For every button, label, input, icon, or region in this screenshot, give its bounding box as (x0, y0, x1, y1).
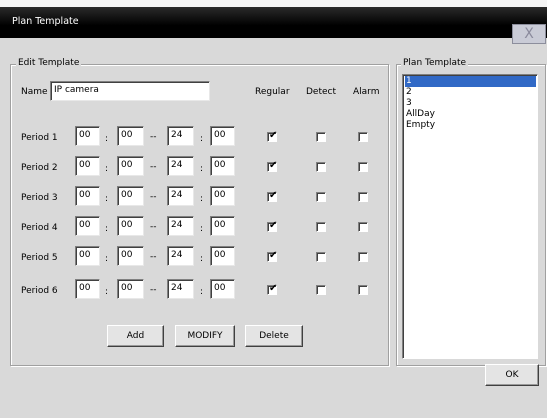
name-field[interactable]: IP camera (50, 81, 210, 101)
regular-checkbox[interactable]: ✔ (267, 130, 278, 142)
period-end-minute-field[interactable]: 00 (210, 216, 235, 236)
checkmark-icon: ✔ (269, 130, 278, 141)
checkmark-icon: ✔ (269, 250, 278, 261)
period-end-hour-field[interactable]: 24 (167, 126, 194, 146)
delete-button[interactable]: Delete (245, 325, 303, 347)
period-start-minute-field[interactable]: 00 (117, 186, 144, 206)
checkmark-icon: ✔ (269, 190, 278, 201)
period-end-minute-field[interactable]: 00 (210, 126, 235, 146)
time-range-dash: -- (150, 252, 157, 262)
title-bar: Plan Template X (0, 7, 547, 44)
close-button[interactable]: X (512, 24, 546, 44)
period-end-minute-field[interactable]: 00 (210, 279, 235, 299)
plan-list-item[interactable]: AllDay (405, 109, 536, 120)
time-colon: : (200, 287, 204, 297)
alarm-checkbox[interactable] (358, 222, 368, 232)
edit-template-group (10, 64, 389, 366)
alarm-checkbox[interactable] (358, 132, 368, 142)
alarm-checkbox[interactable] (358, 285, 368, 295)
period-label: Period 4 (21, 223, 58, 233)
period-start-minute-field[interactable]: 00 (117, 279, 144, 299)
plan-template-list[interactable]: 1 2 3 AllDay Empty (402, 74, 538, 359)
period-label: Period 3 (21, 193, 58, 203)
period-start-hour-field[interactable]: 00 (75, 186, 100, 206)
period-end-minute-field[interactable]: 00 (210, 156, 235, 176)
time-colon: : (200, 224, 204, 234)
regular-checkbox[interactable]: ✔ (267, 220, 278, 232)
alarm-checkbox[interactable] (358, 162, 368, 172)
period-label: Period 1 (21, 133, 58, 143)
time-range-dash: -- (150, 222, 157, 232)
time-range-dash: -- (150, 192, 157, 202)
time-range-dash: -- (150, 162, 157, 172)
period-end-hour-field[interactable]: 24 (167, 216, 194, 236)
time-colon: : (105, 164, 109, 174)
period-end-hour-field[interactable]: 24 (167, 156, 194, 176)
period-start-minute-field[interactable]: 00 (117, 246, 144, 266)
time-colon: : (105, 254, 109, 264)
name-label: Name (21, 87, 48, 97)
detect-checkbox[interactable] (316, 285, 326, 295)
detect-checkbox[interactable] (316, 132, 326, 142)
detect-checkbox[interactable] (316, 192, 326, 202)
regular-column-header: Regular (255, 87, 290, 97)
period-label: Period 2 (21, 163, 58, 173)
time-colon: : (105, 224, 109, 234)
plan-list-item[interactable]: 1 (405, 76, 536, 87)
add-button[interactable]: Add (107, 325, 164, 347)
detect-checkbox[interactable] (316, 162, 326, 172)
plan-template-dialog: Plan Template X Edit Template Name IP ca… (0, 7, 547, 418)
period-start-minute-field[interactable]: 00 (117, 126, 144, 146)
regular-checkbox[interactable]: ✔ (267, 160, 278, 172)
period-start-minute-field[interactable]: 00 (117, 216, 144, 236)
period-end-minute-field[interactable]: 00 (210, 246, 235, 266)
regular-checkbox[interactable]: ✔ (267, 283, 278, 295)
regular-checkbox[interactable]: ✔ (267, 190, 278, 202)
period-start-hour-field[interactable]: 00 (75, 216, 100, 236)
time-colon: : (200, 254, 204, 264)
period-label: Period 5 (21, 253, 58, 263)
time-colon: : (200, 164, 204, 174)
alarm-column-header: Alarm (353, 87, 380, 97)
detect-column-header: Detect (306, 87, 337, 97)
time-colon: : (105, 194, 109, 204)
plan-list-item[interactable]: 2 (405, 87, 536, 98)
top-strip (0, 0, 547, 7)
period-end-hour-field[interactable]: 24 (167, 246, 194, 266)
plan-list-item[interactable]: 3 (405, 98, 536, 109)
modify-button[interactable]: MODIFY (175, 325, 235, 347)
period-start-hour-field[interactable]: 00 (75, 279, 100, 299)
time-colon: : (200, 194, 204, 204)
time-colon: : (105, 134, 109, 144)
checkmark-icon: ✔ (269, 283, 278, 294)
plan-template-legend: Plan Template (401, 58, 469, 68)
detect-checkbox[interactable] (316, 252, 326, 262)
time-range-dash: -- (150, 132, 157, 142)
alarm-checkbox[interactable] (358, 252, 368, 262)
period-start-minute-field[interactable]: 00 (117, 156, 144, 176)
time-range-dash: -- (150, 285, 157, 295)
period-start-hour-field[interactable]: 00 (75, 246, 100, 266)
period-start-hour-field[interactable]: 00 (75, 126, 100, 146)
period-end-hour-field[interactable]: 24 (167, 186, 194, 206)
time-colon: : (200, 134, 204, 144)
checkmark-icon: ✔ (269, 220, 278, 231)
period-end-hour-field[interactable]: 24 (167, 279, 194, 299)
checkmark-icon: ✔ (269, 160, 278, 171)
period-label: Period 6 (21, 286, 58, 296)
edit-template-legend: Edit Template (16, 58, 82, 68)
period-start-hour-field[interactable]: 00 (75, 156, 100, 176)
plan-list-item[interactable]: Empty (405, 120, 536, 131)
time-colon: : (105, 287, 109, 297)
regular-checkbox[interactable]: ✔ (267, 250, 278, 262)
period-end-minute-field[interactable]: 00 (210, 186, 235, 206)
ok-button[interactable]: OK (485, 364, 539, 386)
alarm-checkbox[interactable] (358, 192, 368, 202)
window-title: Plan Template (12, 16, 79, 27)
detect-checkbox[interactable] (316, 222, 326, 232)
